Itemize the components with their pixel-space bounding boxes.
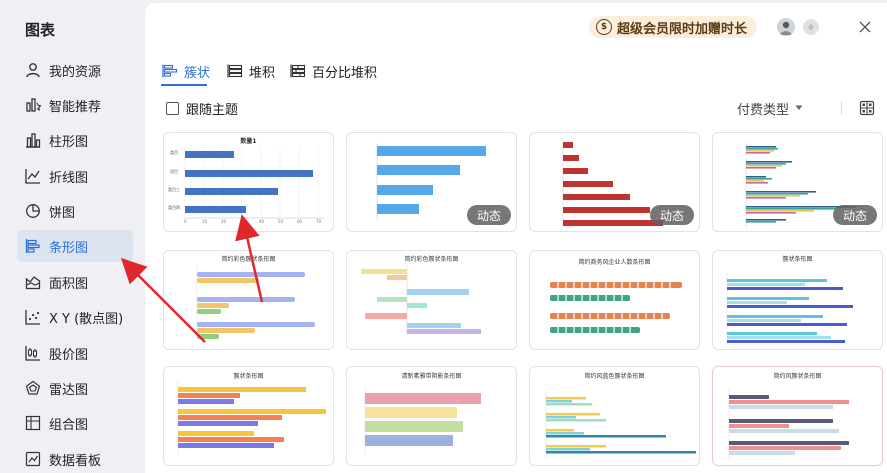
template-card-dynamic-multi-bar[interactable]: 动态 [712, 132, 883, 232]
bar-chart-icon [24, 131, 42, 149]
sidebar-item-label: 股价图 [49, 347, 89, 363]
grid-view-icon [859, 100, 875, 116]
x-tick: 20 [221, 219, 227, 224]
avatar[interactable] [777, 18, 795, 36]
template-card-clustered-bar-legend[interactable]: 簇状条形图 [712, 250, 883, 350]
card-chart-preview [545, 391, 696, 459]
template-card-simple-clustered-bar[interactable]: 简约风簇状条形图 [712, 366, 883, 466]
divider [841, 101, 842, 115]
template-card-business-people-bar[interactable]: 简约商务风企业人数条形图 [529, 250, 700, 350]
card-chart-preview [728, 387, 849, 459]
sidebar-item-label: 面积图 [49, 276, 89, 292]
template-card-clustered-bar-warm[interactable]: 簇状条形图 [163, 366, 334, 466]
sidebar-item-smart-recommend[interactable]: 智能推荐 [17, 89, 133, 121]
x-tick: 50 [278, 219, 284, 224]
sidebar-item-label: 柱形图 [49, 134, 89, 150]
sidebar-item-label: 条形图 [49, 240, 89, 256]
card-chart-preview [184, 147, 324, 219]
chart-gallery-panel: $ 超级会员限时加赠时长 簇状 堆积 百分比堆积 跟随主题 付费类型 数量1 类… [145, 3, 887, 473]
dynamic-badge: 动态 [467, 205, 511, 225]
sidebar-item-horizontal-bar-chart[interactable]: 条形图 [17, 230, 133, 262]
sidebar-item-bar-chart[interactable]: 柱形图 [17, 124, 133, 156]
dashboard-icon [24, 450, 42, 468]
template-card-fresh-shadow-bar[interactable]: 清新素雅带阴影条形图 [346, 366, 517, 466]
sidebar-item-radar-chart[interactable]: 雷达图 [17, 372, 133, 404]
sidebar-item-combo-chart[interactable]: 组合图 [17, 407, 133, 439]
card-chart-preview [361, 265, 481, 335]
sidebar-item-label: 我的资源 [49, 64, 102, 80]
pay-type-dropdown[interactable]: 付费类型 [737, 99, 803, 118]
active-tab-indicator [161, 84, 207, 86]
card-chart-preview [177, 381, 326, 455]
template-card-simple-blue-clustered-bar[interactable]: 简约风蓝色簇状条形图 [529, 366, 700, 466]
stock-chart-icon [24, 344, 42, 362]
tab-clustered[interactable]: 簇状 [162, 60, 210, 82]
smart-recommend-icon [24, 96, 42, 114]
line-chart-icon [24, 167, 42, 185]
x-tick: 70 [316, 219, 322, 224]
sidebar-item-label: 雷达图 [49, 382, 89, 398]
dynamic-badge: 动态 [833, 205, 877, 225]
template-card-dynamic-blue-bar[interactable]: 动态 [346, 132, 517, 232]
sidebar-item-stock-chart[interactable]: 股价图 [17, 337, 133, 369]
x-tick: 0 [184, 219, 187, 224]
checkbox-box[interactable] [166, 101, 179, 115]
close-button[interactable] [855, 17, 875, 37]
person-icon [24, 61, 42, 79]
card-chart-preview [196, 265, 315, 339]
x-tick: 10 [202, 219, 208, 224]
sidebar-item-label: 智能推荐 [49, 99, 102, 115]
sidebar-item-label: 数据看板 [49, 453, 102, 469]
vip-promo-button[interactable]: $ 超级会员限时加赠时长 [589, 16, 758, 38]
clustered-bar-icon [162, 64, 178, 78]
template-card-clustered-bar[interactable]: 数量1 类目 项目 类目三 类目四 0 10 20 30 40 50 60 70 [163, 132, 334, 232]
follow-theme-label: 跟随主题 [186, 102, 239, 118]
pay-type-label: 付费类型 [737, 102, 790, 118]
sidebar-item-area-chart[interactable]: 面积图 [17, 266, 133, 298]
card-chart-preview [726, 273, 853, 343]
sidebar-item-line-chart[interactable]: 折线图 [17, 160, 133, 192]
card-chart-preview [550, 282, 682, 333]
sidebar-item-my-resources[interactable]: 我的资源 [17, 54, 133, 86]
dynamic-badge: 动态 [650, 205, 694, 225]
caret-down-icon [795, 105, 803, 111]
tab-stacked[interactable]: 堆积 [227, 60, 275, 82]
x-tick: 30 [240, 219, 246, 224]
sidebar-item-dashboard[interactable]: 数据看板 [17, 443, 133, 473]
area-chart-icon [24, 273, 42, 291]
template-card-simple-color-bar-1[interactable]: 简约彩色簇状条形图 [163, 250, 334, 350]
sidebar-title: 图表 [25, 21, 56, 39]
sidebar-item-label: X Y (散点图) [49, 311, 124, 327]
grid-view-button[interactable] [859, 100, 875, 116]
tab-percent-stacked[interactable]: 百分比堆积 [290, 60, 377, 82]
tab-label: 堆积 [249, 65, 276, 81]
x-axis-ticks: 0 10 20 30 40 50 60 70 [164, 219, 333, 225]
tab-label: 簇状 [184, 65, 211, 81]
sidebar-item-label: 饼图 [49, 205, 76, 221]
x-tick: 60 [297, 219, 303, 224]
sidebar-item-label: 组合图 [49, 417, 89, 433]
horizontal-bar-chart-icon [24, 237, 42, 255]
radar-chart-icon [24, 379, 42, 397]
percent-stacked-bar-icon [290, 64, 306, 78]
stacked-bar-icon [227, 64, 243, 78]
sidebar-item-pie-chart[interactable]: 饼图 [17, 195, 133, 227]
sidebar-item-scatter-chart[interactable]: X Y (散点图) [17, 301, 133, 333]
pie-chart-icon [24, 202, 42, 220]
card-chart-preview [364, 387, 481, 455]
scatter-chart-icon [24, 308, 42, 326]
tab-label: 百分比堆积 [312, 65, 378, 81]
template-card-simple-color-bar-2[interactable]: 简约彩色簇状条形图 [346, 250, 517, 350]
sidebar-item-label: 折线图 [49, 170, 89, 186]
x-tick: 40 [259, 219, 265, 224]
member-badge-icon[interactable] [803, 19, 819, 35]
sidebar: 图表 我的资源 智能推荐 柱形图 折线图 饼图 条形图 面积图 X Y (散点图… [0, 0, 145, 473]
coin-icon: $ [596, 19, 612, 35]
close-icon [858, 20, 872, 34]
template-card-dynamic-red-bar[interactable]: 动态 [529, 132, 700, 232]
vip-promo-label: 超级会员限时加赠时长 [617, 21, 748, 37]
combo-chart-icon [24, 414, 42, 432]
follow-theme-checkbox[interactable]: 跟随主题 [166, 99, 239, 118]
